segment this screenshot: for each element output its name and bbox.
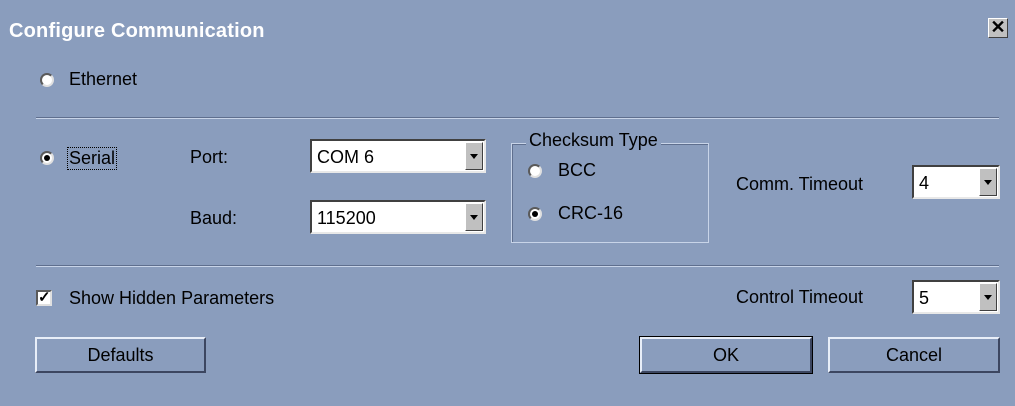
port-value: COM 6 xyxy=(317,147,375,167)
bcc-radio[interactable] xyxy=(528,164,542,178)
comm-timeout-dropdown[interactable]: 4 xyxy=(912,165,1000,199)
baud-value: 115200 xyxy=(317,208,376,228)
show-hidden-parameters-checkbox[interactable]: ✓ xyxy=(36,290,52,306)
serial-radio[interactable] xyxy=(40,151,54,165)
chevron-down-icon[interactable] xyxy=(465,203,483,231)
comm-timeout-label: Comm. Timeout xyxy=(736,174,864,194)
chevron-down-icon[interactable] xyxy=(979,283,997,311)
cancel-button[interactable]: Cancel xyxy=(828,337,1000,373)
configure-communication-dialog: Configure Communication ✕ Ethernet Seria… xyxy=(0,0,1015,406)
comm-timeout-value: 4 xyxy=(919,173,930,193)
port-dropdown[interactable]: COM 6 xyxy=(310,139,486,173)
ethernet-label[interactable]: Ethernet xyxy=(69,69,137,90)
control-timeout-label: Control Timeout xyxy=(736,287,864,307)
bcc-label[interactable]: BCC xyxy=(558,160,596,181)
close-icon[interactable]: ✕ xyxy=(988,18,1008,38)
port-label: Port: xyxy=(190,147,229,167)
chevron-down-icon[interactable] xyxy=(979,168,997,196)
checksum-type-group: Checksum Type xyxy=(511,130,709,243)
checksum-type-legend: Checksum Type xyxy=(526,130,661,151)
serial-label[interactable]: Serial xyxy=(67,147,118,170)
ethernet-radio[interactable] xyxy=(40,73,54,87)
defaults-button[interactable]: Defaults xyxy=(35,337,206,373)
ok-button[interactable]: OK xyxy=(639,336,813,374)
baud-label: Baud: xyxy=(190,208,238,228)
divider-bottom xyxy=(36,265,999,267)
crc16-label[interactable]: CRC-16 xyxy=(558,203,623,224)
show-hidden-parameters-label[interactable]: Show Hidden Parameters xyxy=(69,288,274,309)
crc16-radio[interactable] xyxy=(528,207,542,221)
baud-dropdown[interactable]: 115200 xyxy=(310,200,486,234)
divider-top xyxy=(36,117,999,119)
chevron-down-icon[interactable] xyxy=(465,142,483,170)
control-timeout-dropdown[interactable]: 5 xyxy=(912,280,1000,314)
title-bar[interactable]: Configure Communication ✕ xyxy=(0,0,1015,56)
control-timeout-value: 5 xyxy=(919,288,930,308)
window-title: Configure Communication xyxy=(9,20,265,42)
